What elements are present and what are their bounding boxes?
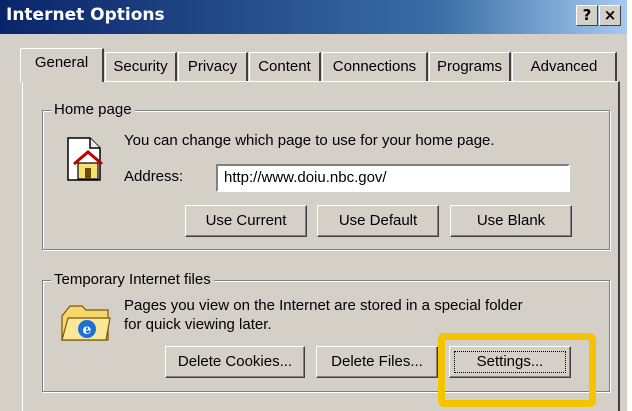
temp-files-description-line1: Pages you view on the Internet are store… [124, 297, 523, 314]
tab-privacy[interactable]: Privacy [178, 52, 248, 81]
home-page-legend: Home page [51, 101, 135, 118]
use-blank-button[interactable]: Use Blank [450, 205, 572, 237]
delete-files-button[interactable]: Delete Files... [316, 346, 438, 378]
address-label: Address: [124, 168, 184, 185]
use-default-button[interactable]: Use Default [317, 205, 439, 237]
tab-content[interactable]: Content [249, 52, 321, 81]
internet-options-dialog: Internet Options ? × General Security Pr… [0, 0, 627, 411]
tab-connections[interactable]: Connections [322, 52, 428, 81]
tab-programs[interactable]: Programs [429, 52, 511, 81]
tab-security[interactable]: Security [105, 52, 177, 81]
address-input[interactable]: http://www.doiu.nbc.gov/ [216, 164, 570, 192]
window-title: Internet Options [6, 5, 165, 25]
temp-files-legend: Temporary Internet files [51, 271, 214, 288]
temp-files-description-line2: for quick viewing later. [124, 316, 272, 333]
svg-text:e: e [83, 322, 92, 338]
home-page-description: You can change which page to use for you… [124, 132, 495, 149]
title-bar[interactable]: Internet Options ? × [0, 0, 627, 34]
help-button[interactable]: ? [576, 5, 598, 26]
use-current-button[interactable]: Use Current [185, 205, 307, 237]
ie-folder-icon: e [61, 305, 111, 341]
tab-general[interactable]: General [20, 48, 104, 82]
home-page-icon [67, 137, 103, 181]
highlight-box [438, 333, 596, 407]
tab-advanced[interactable]: Advanced [512, 52, 617, 81]
close-button[interactable]: × [599, 5, 621, 26]
delete-cookies-button[interactable]: Delete Cookies... [165, 346, 305, 378]
